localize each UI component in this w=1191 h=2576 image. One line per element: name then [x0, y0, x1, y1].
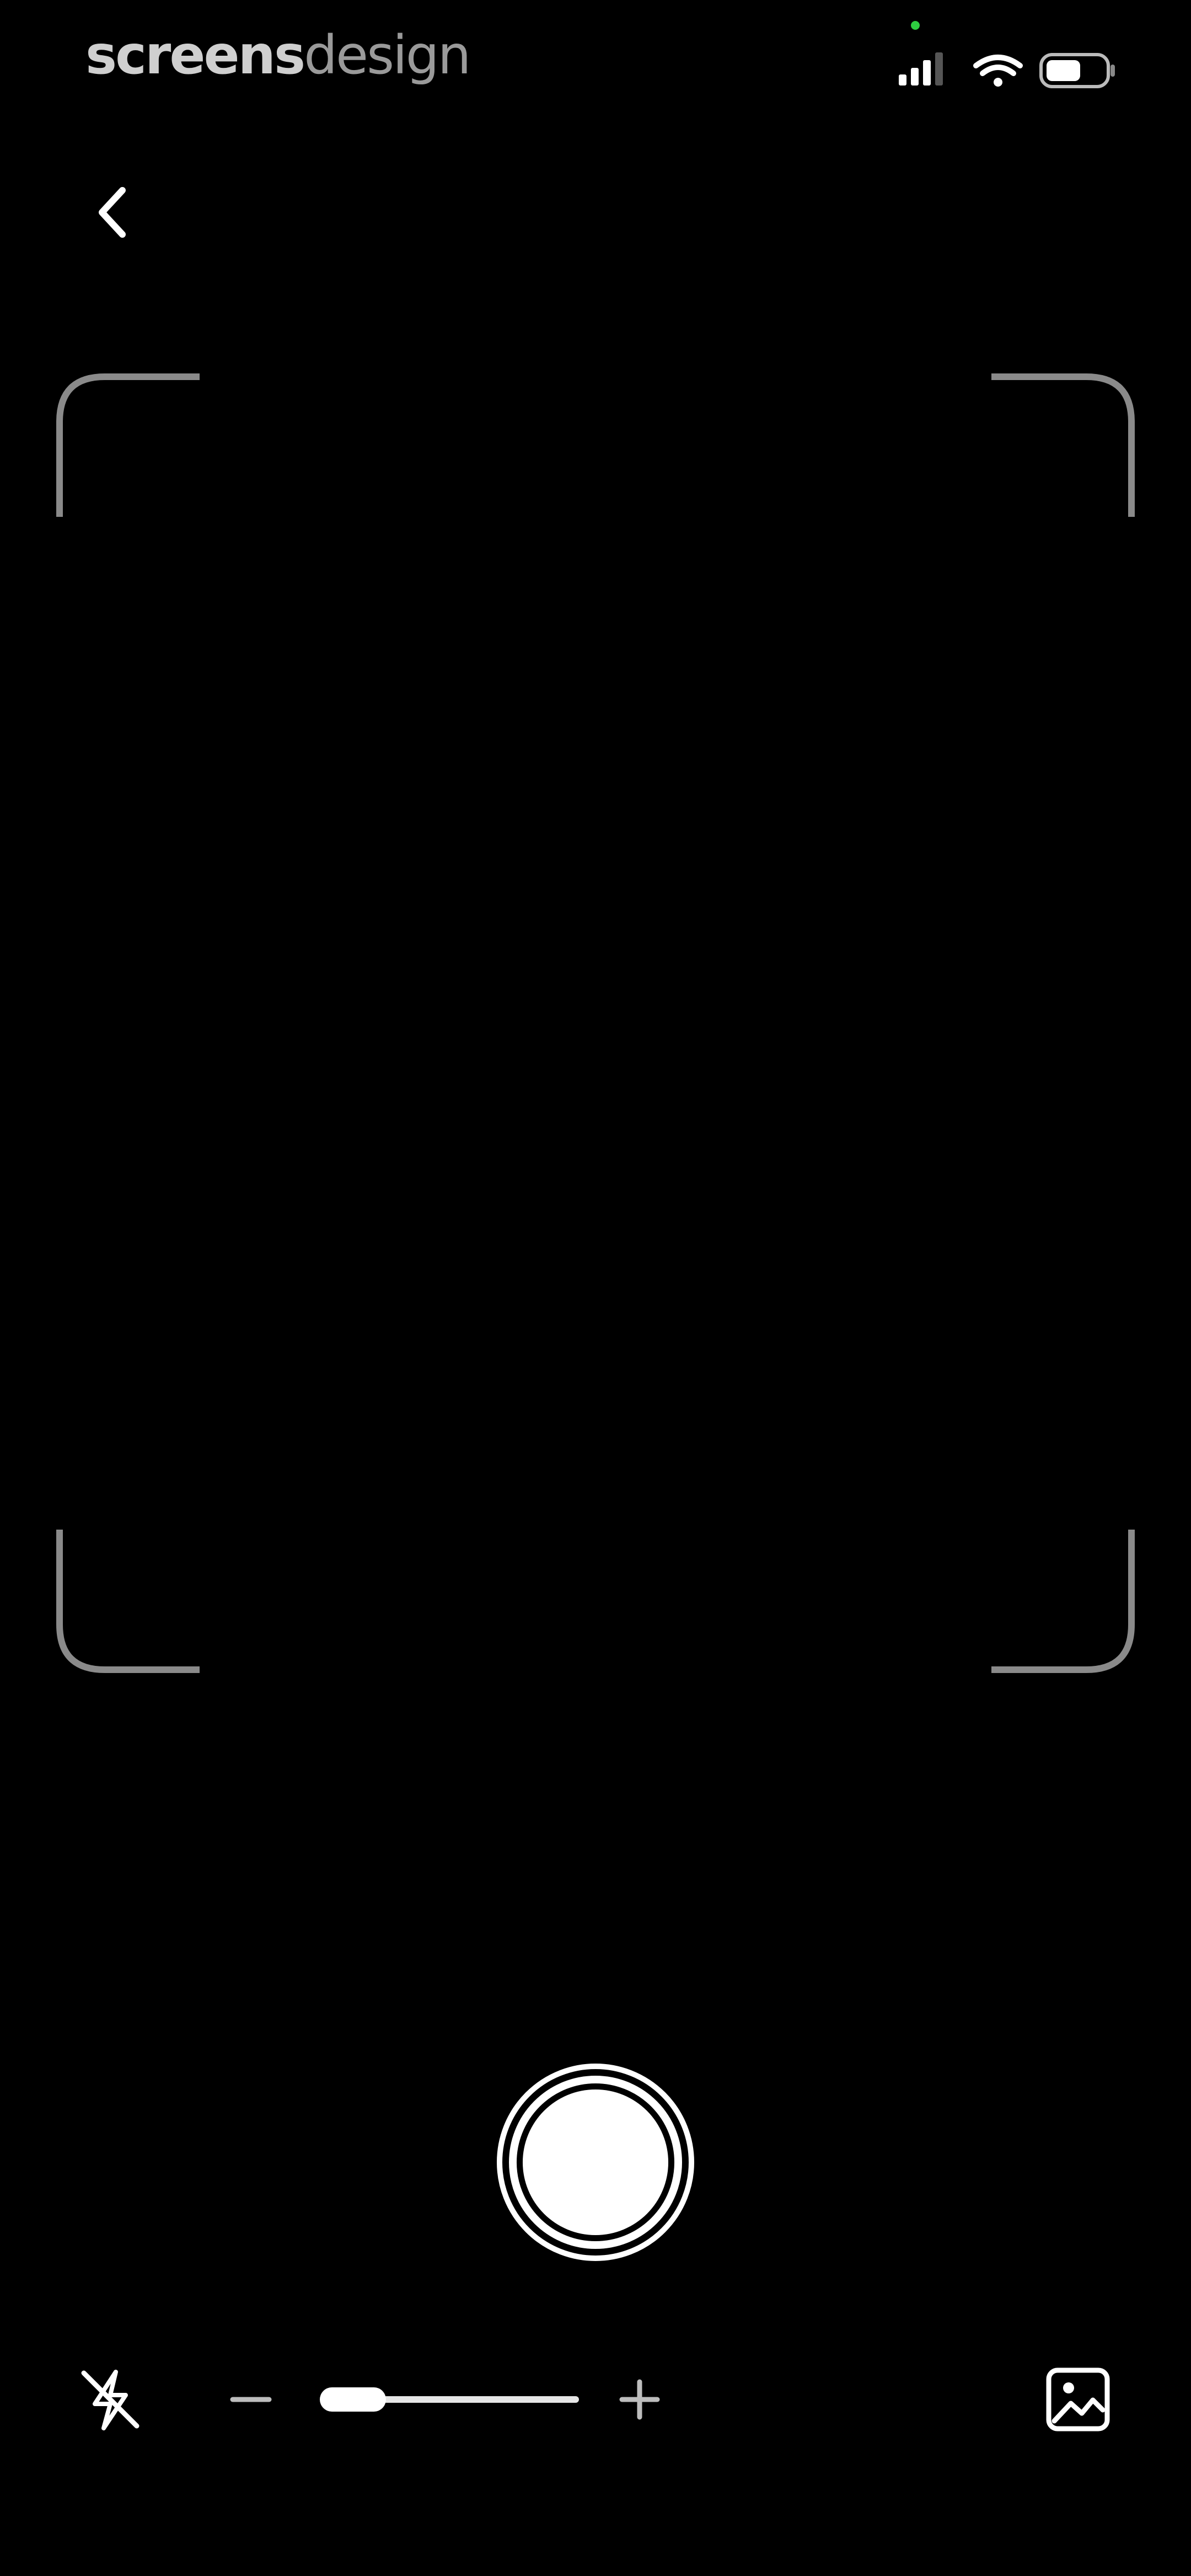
- flash-off-icon: [81, 2370, 140, 2430]
- wifi-icon: [973, 55, 1023, 87]
- zoom-slider-thumb[interactable]: [320, 2387, 386, 2412]
- signal-icon: [899, 52, 943, 85]
- status-icons: [893, 47, 1125, 91]
- watermark-logo: screensdesign: [85, 24, 471, 86]
- watermark-part2: design: [304, 24, 471, 86]
- zoom-slider[interactable]: [303, 2387, 584, 2412]
- photo-library-icon: [1046, 2367, 1110, 2431]
- chevron-left-icon: [99, 187, 126, 238]
- shutter-button[interactable]: [495, 2062, 696, 2263]
- status-bar: screensdesign: [0, 0, 1191, 110]
- plus-icon: [619, 2379, 660, 2420]
- minus-icon: [230, 2397, 272, 2402]
- zoom-control: [221, 2366, 673, 2433]
- zoom-in-button[interactable]: [607, 2366, 673, 2433]
- viewfinder-corner-top-right: [987, 372, 1136, 521]
- shutter-button-icon: [497, 2064, 694, 2261]
- viewfinder-corner-bottom-right: [987, 1525, 1136, 1674]
- flash-toggle[interactable]: [72, 2361, 149, 2438]
- viewfinder-corner-top-left: [55, 372, 204, 521]
- viewfinder-frame: [55, 372, 1136, 1674]
- watermark-part1: screens: [85, 24, 305, 86]
- back-button[interactable]: [72, 171, 154, 254]
- battery-icon: [1039, 53, 1115, 88]
- zoom-out-button[interactable]: [221, 2366, 281, 2433]
- gallery-button[interactable]: [1042, 2364, 1114, 2435]
- zoom-slider-track: [358, 2396, 579, 2403]
- viewfinder-corner-bottom-left: [55, 1525, 204, 1674]
- privacy-indicator: [911, 21, 920, 30]
